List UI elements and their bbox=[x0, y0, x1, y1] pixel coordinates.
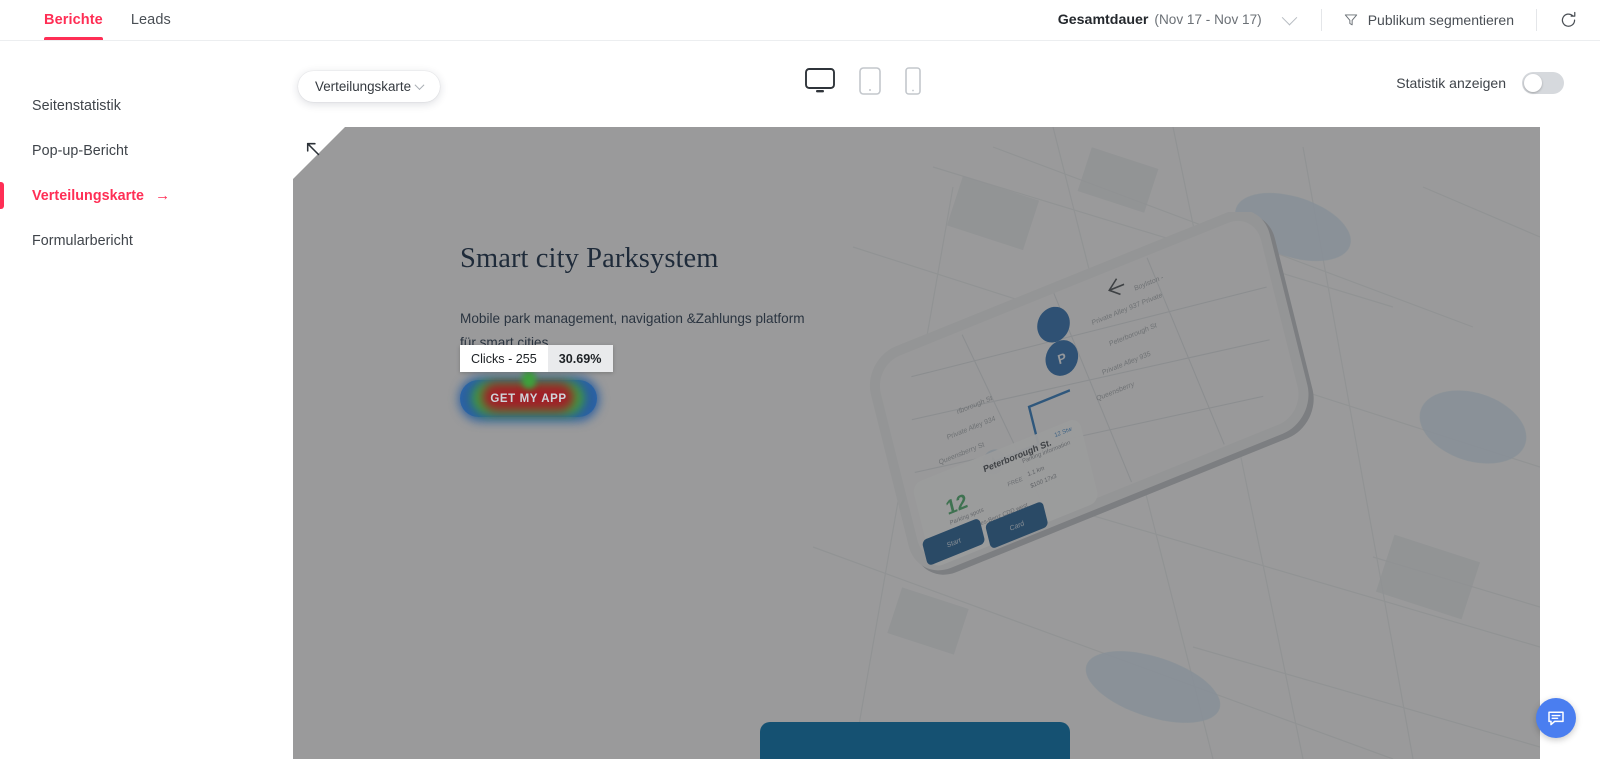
tooltip-percent: 30.69% bbox=[547, 345, 613, 372]
sidebar-item-verteilungskarte[interactable]: Verteilungskarte → bbox=[0, 173, 293, 218]
desktop-icon[interactable] bbox=[805, 68, 835, 94]
segment-audience-button[interactable]: Publikum segmentieren bbox=[1344, 12, 1514, 28]
segment-audience-label: Publikum segmentieren bbox=[1367, 12, 1514, 28]
tablet-icon[interactable] bbox=[859, 67, 881, 95]
arrow-up-left-icon[interactable] bbox=[305, 141, 323, 159]
preview-toolbar: Verteilungskarte Statistik anzeigen bbox=[293, 41, 1600, 127]
heatmap-tooltip: Clicks - 255 30.69% bbox=[460, 345, 613, 372]
phone-mockup: Boylston - Private Alley 937 Private Pet… bbox=[853, 212, 1473, 632]
stats-toggle[interactable] bbox=[1522, 72, 1564, 94]
mobile-icon[interactable] bbox=[905, 67, 921, 95]
stats-toggle-label: Statistik anzeigen bbox=[1396, 75, 1506, 91]
main-content: Verteilungskarte Statistik anzeigen Smar… bbox=[293, 41, 1600, 759]
arrow-right-icon: → bbox=[155, 187, 171, 204]
sidebar-item-formularbericht[interactable]: Formularbericht bbox=[0, 218, 293, 263]
preview-page: Smart city Parksystem Mobile park manage… bbox=[293, 127, 1540, 759]
funnel-icon bbox=[1344, 14, 1357, 26]
sidebar: Seitenstatistik Pop-up-Bericht Verteilun… bbox=[0, 41, 293, 759]
chevron-down-icon bbox=[414, 80, 425, 91]
tooltip-clicks: Clicks - 255 bbox=[471, 351, 537, 366]
sidebar-item-label: Verteilungskarte bbox=[32, 187, 145, 204]
stats-toggle-group: Statistik anzeigen bbox=[1396, 72, 1564, 94]
top-bar-actions: Gesamtdauer (Nov 17 - Nov 17) Publikum s… bbox=[1058, 0, 1600, 40]
date-range-value: (Nov 17 - Nov 17) bbox=[1154, 12, 1262, 27]
sidebar-item-popup-bericht[interactable]: Pop-up-Bericht bbox=[0, 128, 293, 173]
preview-canvas[interactable]: Smart city Parksystem Mobile park manage… bbox=[293, 127, 1540, 759]
page-title: Smart city Parksystem bbox=[460, 243, 719, 274]
get-my-app-button[interactable]: GET MY APP bbox=[459, 371, 599, 421]
toggle-knob bbox=[1524, 74, 1542, 92]
tab-leads[interactable]: Leads bbox=[117, 0, 185, 40]
date-range-label: Gesamtdauer bbox=[1057, 12, 1149, 28]
tab-berichte[interactable]: Berichte bbox=[30, 0, 117, 40]
chat-bubble-icon bbox=[1548, 711, 1564, 726]
tab-leads-label: Leads bbox=[130, 12, 171, 28]
refresh-icon bbox=[1561, 11, 1576, 27]
refresh-button[interactable] bbox=[1559, 11, 1578, 30]
divider bbox=[1536, 9, 1537, 31]
device-switcher bbox=[805, 67, 921, 95]
heatmap-blob-spike bbox=[522, 371, 536, 389]
report-type-label: Verteilungskarte bbox=[315, 79, 412, 94]
sidebar-item-seitenstatistik[interactable]: Seitenstatistik bbox=[0, 83, 293, 128]
chat-support-button[interactable] bbox=[1536, 698, 1576, 738]
tab-berichte-label: Berichte bbox=[44, 12, 103, 28]
date-range-selector[interactable]: Gesamtdauer (Nov 17 - Nov 17) bbox=[1057, 9, 1299, 28]
sidebar-item-label: Formularbericht bbox=[32, 232, 133, 249]
cta-group: Clicks - 255 30.69% GET MY APP bbox=[459, 345, 613, 421]
divider bbox=[1320, 9, 1322, 31]
top-bar: Berichte Leads Gesamtdauer (Nov 17 - Nov… bbox=[0, 0, 1600, 41]
report-type-select[interactable]: Verteilungskarte bbox=[298, 71, 441, 102]
main-tabs: Berichte Leads bbox=[0, 0, 185, 40]
sidebar-item-label: Pop-up-Bericht bbox=[32, 142, 129, 159]
chevron-down-icon bbox=[1281, 9, 1297, 25]
cta-label: GET MY APP bbox=[490, 392, 567, 405]
sidebar-item-label: Seitenstatistik bbox=[32, 97, 121, 114]
bottom-section-panel bbox=[760, 722, 1070, 759]
